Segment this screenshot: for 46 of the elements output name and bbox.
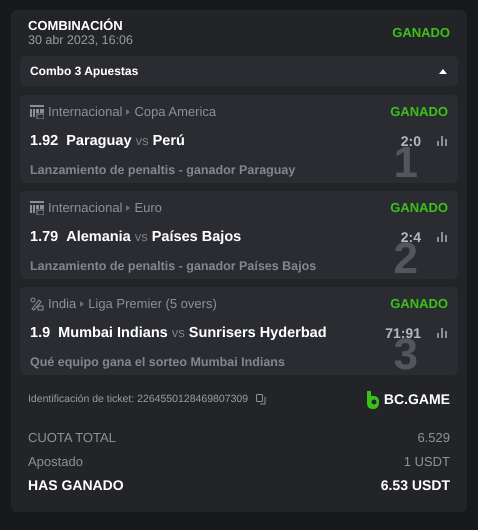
total-value: 6.529	[417, 429, 450, 447]
market-label: Qué equipo gana el sorteo Mumbai Indians	[30, 354, 285, 372]
match-teams: Mumbai Indians vs Sunrisers Hyderbad	[58, 324, 327, 342]
market-label: Lanzamiento de penaltis - ganador Paraguay	[30, 162, 296, 180]
sport-icon	[30, 200, 44, 215]
match-teams: Paraguay vs Perú	[66, 132, 185, 150]
stats-icon[interactable]	[437, 328, 448, 338]
combo-label: Combo 3 Apuestas	[30, 63, 138, 80]
league-label: Copa America	[134, 103, 216, 121]
country-label: Internacional	[48, 199, 122, 217]
ticket-id: Identificación de ticket: 2264550128469807309	[28, 392, 248, 407]
stats-icon[interactable]	[437, 232, 448, 242]
total-value: 6.53 USDT	[380, 476, 450, 495]
match-teams: Alemania vs Países Bajos	[66, 228, 242, 246]
total-label: HAS GANADO	[28, 476, 124, 495]
status-label: GANADO	[390, 103, 448, 121]
score-value: 71:91	[385, 324, 421, 341]
score-value: 2:0	[400, 132, 421, 149]
slip-title: COMBINACIÓN	[28, 18, 124, 33]
slip-date: 30 abr 2023, 16:06	[28, 33, 133, 48]
status-label: GANADO	[390, 295, 448, 313]
market-label: Lanzamiento de penaltis - ganador Países Bajos	[30, 258, 316, 276]
chevron-icon	[80, 300, 84, 307]
status-label: GANADO	[390, 199, 448, 217]
country-label: India	[48, 295, 76, 313]
total-value: 1 USDT	[404, 452, 450, 470]
total-label: Apostado	[28, 452, 83, 471]
combo-bar[interactable]: Combo 3 Apuestas	[20, 56, 458, 86]
score-value: 2:4	[400, 228, 421, 245]
odds-value: 1.92	[30, 132, 58, 150]
odds-value: 1.79	[30, 228, 58, 246]
odds-value: 1.9	[30, 324, 50, 342]
country-label: Internacional	[48, 103, 122, 121]
chevron-icon	[126, 204, 130, 211]
logo-icon	[366, 390, 380, 408]
total-label: CUOTA TOTAL	[28, 429, 116, 447]
league-label: Euro	[134, 199, 162, 217]
status-label: GANADO	[392, 24, 450, 42]
league-label: Liga Premier (5 overs)	[88, 295, 217, 313]
cricket-icon	[30, 296, 44, 311]
copy-icon[interactable]	[256, 394, 268, 405]
caret-icon[interactable]	[438, 66, 448, 76]
stats-icon[interactable]	[437, 136, 448, 146]
sport-icon	[30, 104, 44, 119]
brand-name: BC.GAME	[384, 390, 450, 409]
chevron-icon	[126, 108, 130, 115]
